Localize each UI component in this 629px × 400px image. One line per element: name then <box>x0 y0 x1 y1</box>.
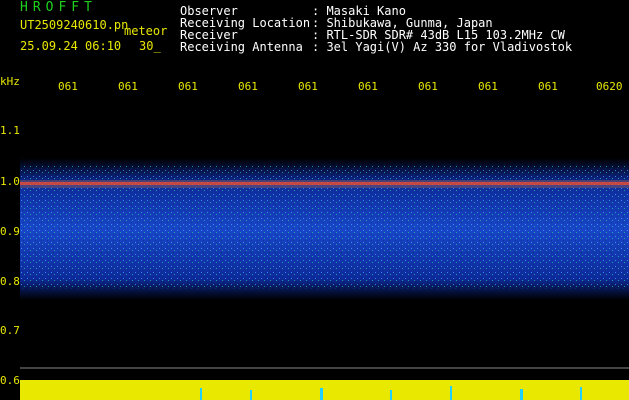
app-title: HROFFT <box>20 0 97 15</box>
time-tick: 061 <box>358 80 378 93</box>
duration-label: 30_ <box>139 39 161 53</box>
info-label-antenna: Receiving Antenna <box>180 40 303 54</box>
freq-tick: 1.0 <box>0 175 20 188</box>
time-tick: 0620 <box>596 80 623 93</box>
info-value-antenna: : 3el Yagi(V) Az 330 for Vladivostok <box>312 40 573 54</box>
time-tick: 061 <box>478 80 498 93</box>
time-tick: 061 <box>298 80 318 93</box>
time-tick: 061 <box>178 80 198 93</box>
mode-label: meteor <box>124 24 168 38</box>
carrier-glow <box>20 180 629 188</box>
date-time: 25.09.24 06:10 <box>20 39 122 53</box>
time-tick: 061 <box>238 80 258 93</box>
time-tick: 061 <box>118 80 138 93</box>
time-tick: 061 <box>538 80 558 93</box>
freq-tick: 0.8 <box>0 275 20 288</box>
signal-strength-strip <box>20 380 629 400</box>
freq-tick: 1.1 <box>0 124 20 137</box>
freq-tick: 0.9 <box>0 225 20 238</box>
freq-tick: 0.7 <box>0 324 20 337</box>
time-tick: 061 <box>418 80 438 93</box>
spectrogram <box>20 158 629 400</box>
file-name: UT2509240610.pn <box>20 18 129 32</box>
freq-tick: 0.6 <box>0 374 20 387</box>
frequency-unit-label: kHz <box>0 75 20 88</box>
time-tick: 061 <box>58 80 78 93</box>
